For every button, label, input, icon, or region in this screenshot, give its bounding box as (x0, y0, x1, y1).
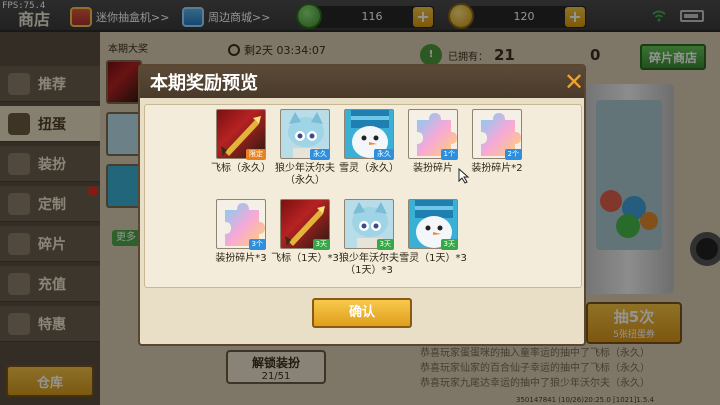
reward-grid: 限定 飞标（永久） 永久 狼少年沃尔夫（永久） 永久 雪灵（永久） 1个 装扮碎… (144, 104, 582, 288)
reward-badge: 限定 (246, 149, 266, 160)
reward-item[interactable]: 永久 雪灵（永久） (339, 109, 399, 201)
confirm-button[interactable]: 确认 (312, 298, 412, 328)
close-button[interactable]: ✕ (560, 68, 588, 96)
confirm-label: 确认 (348, 305, 375, 320)
reward-item[interactable]: 限定 飞标（永久） (211, 109, 271, 201)
reward-item[interactable]: 1个 装扮碎片 (403, 109, 463, 201)
reward-name: 装扮碎片 (413, 163, 453, 174)
reward-item[interactable]: 2个 装扮碎片*2 (467, 109, 527, 201)
reward-name: 狼少年沃尔夫（1天）*3 (339, 253, 399, 276)
reward-item[interactable]: 3天 飞标（1天）*3 (271, 199, 339, 291)
reward-badge: 3天 (312, 239, 330, 250)
reward-name: 雪灵（1天）*3 (399, 253, 467, 264)
reward-badge: 永久 (310, 149, 330, 160)
reward-name: 飞标（1天）*3 (271, 253, 339, 264)
mouse-cursor-icon (458, 168, 470, 184)
reward-name: 飞标（永久） (211, 163, 271, 174)
reward-badge: 1个 (440, 149, 458, 160)
reward-item[interactable]: 3天 雪灵（1天）*3 (399, 199, 467, 291)
reward-badge: 2个 (504, 149, 522, 160)
reward-badge: 3天 (440, 239, 458, 250)
reward-badge: 3天 (376, 239, 394, 250)
reward-name: 装扮碎片*2 (471, 163, 523, 174)
reward-item[interactable]: 永久 狼少年沃尔夫（永久） (275, 109, 335, 201)
reward-item[interactable]: 3天 狼少年沃尔夫（1天）*3 (339, 199, 399, 291)
reward-name: 雪灵（永久） (339, 163, 399, 174)
reward-badge: 永久 (374, 149, 394, 160)
close-icon: ✕ (563, 68, 585, 96)
reward-badge: 3个 (248, 239, 266, 250)
reward-preview-dialog: 本期奖励预览 ✕ 限定 飞标（永久） 永久 狼少年沃尔夫（永久） 永久 雪灵（永… (138, 64, 586, 346)
reward-name: 狼少年沃尔夫（永久） (275, 163, 335, 186)
dialog-header: 本期奖励预览 (140, 66, 584, 98)
dialog-title: 本期奖励预览 (150, 73, 258, 94)
reward-item[interactable]: 3个 装扮碎片*3 (211, 199, 271, 291)
reward-name: 装扮碎片*3 (215, 253, 267, 264)
